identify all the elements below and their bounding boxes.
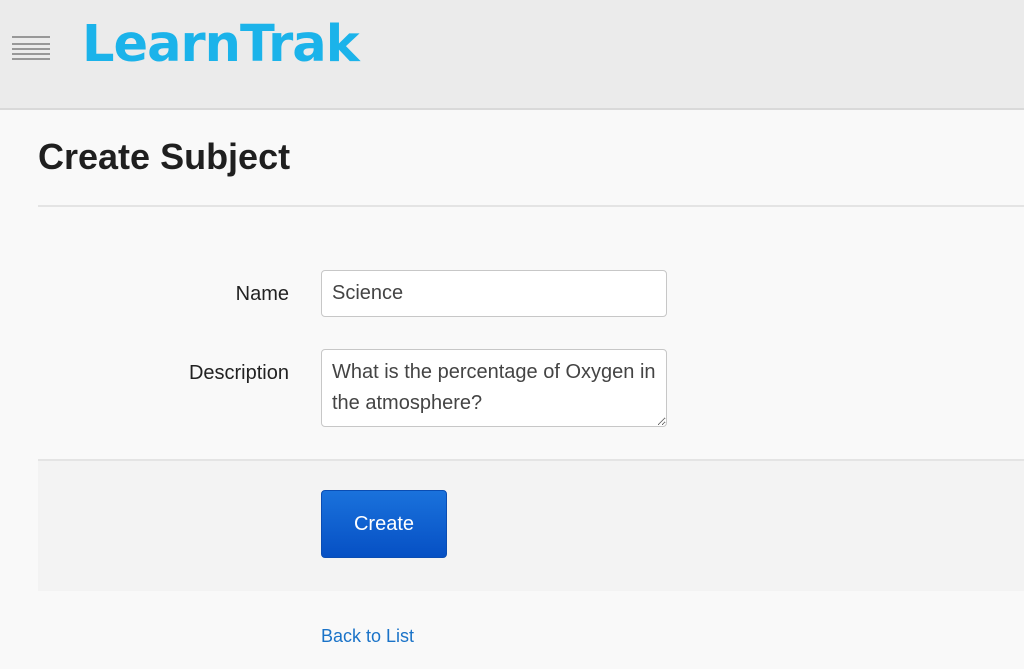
create-button[interactable]: Create	[321, 490, 447, 558]
form-actions-bar	[38, 459, 1024, 591]
name-input[interactable]	[321, 270, 667, 317]
brand-logo[interactable]: LearnTrak	[82, 10, 360, 80]
description-label: Description	[188, 362, 289, 384]
title-divider	[38, 205, 1024, 207]
page-title: Create Subject	[38, 136, 291, 177]
top-bar: LearnTrak	[0, 0, 1024, 110]
hamburger-menu-icon[interactable]	[12, 34, 50, 62]
description-textarea[interactable]: What is the percentage of Oxygen in the …	[321, 349, 667, 427]
name-label: Name	[235, 283, 289, 305]
back-to-list-link[interactable]: Back to List	[321, 626, 414, 647]
